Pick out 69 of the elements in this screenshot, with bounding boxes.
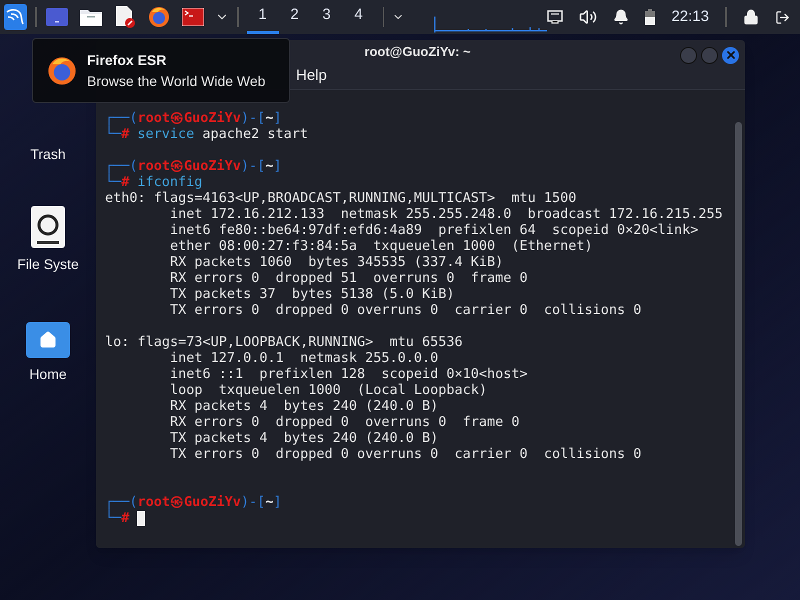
volume-icon[interactable]: [579, 8, 598, 26]
output-line: inet6 fe80::be64:97df:efd6:4a89 prefixlen 64 scopeid 0×20<link>: [169, 222, 698, 238]
workspace-tab[interactable]: 3: [310, 0, 342, 34]
firefox-icon[interactable]: [148, 6, 170, 28]
workspace-tab[interactable]: 1: [246, 0, 278, 34]
output-line: TX errors 0 dropped 0 overruns 0 carrier 0 collisions 0: [169, 446, 642, 462]
prompt-directory: ~: [265, 494, 274, 510]
prompt-directory: ~: [265, 158, 274, 174]
desktop-icon-label[interactable]: File Syste: [17, 254, 79, 278]
scrollbar[interactable]: [735, 122, 742, 546]
prompt-user: root㉿GuoZiYv: [138, 110, 241, 126]
clock[interactable]: 22:13: [671, 6, 709, 28]
home-folder-icon: [26, 322, 70, 358]
prompt-directory: ~: [265, 110, 274, 126]
prompt-bracket: ]: [273, 110, 282, 126]
battery-icon[interactable]: [645, 9, 656, 25]
prompt-bracket: ]: [273, 158, 282, 174]
close-button[interactable]: [722, 46, 739, 64]
bell-icon[interactable]: [613, 9, 630, 25]
prompt-bracket: ┌──(: [105, 158, 138, 174]
output-line: RX errors 0 dropped 51 overruns 0 frame 0: [169, 270, 528, 286]
command-name: service: [137, 126, 194, 142]
lock-icon[interactable]: [743, 9, 759, 25]
tooltip-title: Firefox ESR: [87, 50, 168, 70]
drive-icon: [29, 206, 67, 248]
prompt-bracket: └─: [105, 174, 122, 190]
output-line: ether 08:00:27:f3:84:5a txqueuelen 1000 (Ethernet): [169, 238, 593, 254]
workspace-tab[interactable]: 4: [342, 0, 374, 34]
desktop-icon-label[interactable]: Home: [29, 364, 67, 388]
firefox-icon: [47, 56, 77, 86]
folder-icon[interactable]: [80, 8, 102, 26]
prompt-bracket: └─: [105, 126, 122, 142]
prompt-symbol: #: [121, 126, 130, 142]
close-icon: [724, 49, 736, 61]
logout-icon[interactable]: [775, 10, 790, 24]
output-line: TX errors 0 dropped 0 overruns 0 carrier 0 collisions 0: [169, 302, 642, 318]
tooltip-description: Browse the World Wide Web: [87, 72, 266, 90]
workspace-tab[interactable]: 2: [278, 0, 310, 34]
command-name: ifconfig: [137, 174, 202, 190]
output-line: inet6 ::1 prefixlen 128 scopeid 0×10<host>: [169, 366, 528, 382]
prompt-symbol: #: [121, 510, 130, 526]
prompt-symbol: #: [121, 174, 130, 190]
menu-item[interactable]: Help: [296, 65, 327, 88]
output-line: lo: flags=73<UP,LOOPBACK,RUNNING> mtu 65536: [105, 334, 463, 350]
output-line: eth0: flags=4163<UP,BROADCAST,RUNNING,MULTICAST> mtu 1500: [105, 190, 576, 206]
kali-menu-button[interactable]: [4, 4, 27, 30]
prompt-bracket: )-[: [240, 110, 266, 126]
output-line: RX packets 1060 bytes 345535 (337.4 KiB): [169, 254, 504, 270]
prompt-bracket: )-[: [240, 494, 266, 510]
prompt-user: root㉿GuoZiYv: [138, 158, 241, 174]
output-line: loop txqueuelen 1000 (Local Loopback): [169, 382, 488, 398]
prompt-bracket: └─: [105, 510, 122, 526]
terminal-icon[interactable]: [182, 8, 204, 26]
prompt-bracket: )-[: [240, 158, 266, 174]
output-line: RX errors 0 dropped 0 overruns 0 frame 0: [169, 414, 520, 430]
document-icon[interactable]: [114, 6, 136, 28]
window-title: root@GuoZiYv: ~: [364, 43, 471, 62]
output-line: RX packets 4 bytes 240 (240.0 B): [169, 398, 438, 414]
output-line: inet 172.16.212.133 netmask 255.255.248.0 broadcast 172.16.215.255: [169, 206, 723, 222]
output-line: inet 127.0.0.1 netmask 255.0.0.0: [169, 350, 438, 366]
prompt-bracket: ┌──(: [105, 110, 138, 126]
desktop-icon-label[interactable]: Trash: [30, 144, 66, 168]
output-line: TX packets 37 bytes 5138 (5.0 KiB): [169, 286, 454, 302]
window-icon[interactable]: [46, 8, 68, 26]
output-line: TX packets 4 bytes 240 (240.0 B): [169, 430, 438, 446]
prompt-bracket: ]: [273, 494, 282, 510]
command-arguments: apache2 start: [202, 126, 308, 142]
prompt-bracket: ┌──(: [105, 494, 138, 510]
prompt-user: root㉿GuoZiYv: [138, 494, 241, 510]
